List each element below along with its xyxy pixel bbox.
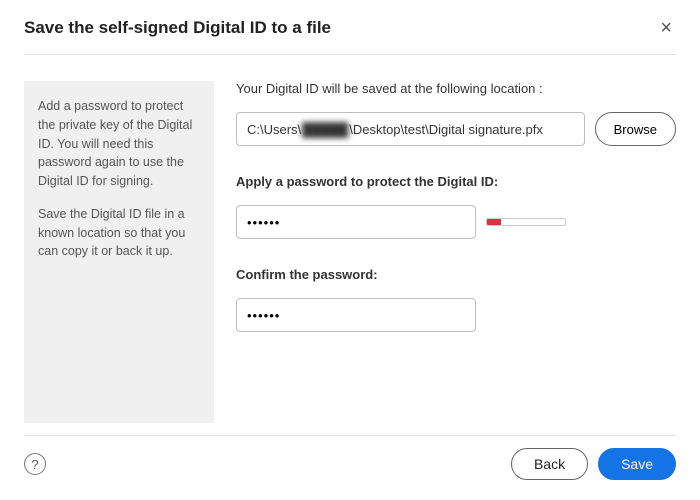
- help-button[interactable]: ?: [24, 453, 46, 475]
- dialog-footer: ? Back Save: [24, 435, 676, 480]
- sidebar-info: Add a password to protect the private ke…: [24, 81, 214, 423]
- confirm-row: [236, 298, 676, 332]
- path-prefix: C:\Users\: [247, 122, 301, 137]
- password-input[interactable]: [236, 205, 476, 239]
- main-panel: Your Digital ID will be saved at the fol…: [236, 81, 676, 423]
- file-path-input[interactable]: C:\Users\ █████ \Desktop\test\Digital si…: [236, 112, 585, 146]
- back-button[interactable]: Back: [511, 448, 588, 480]
- confirm-password-label: Confirm the password:: [236, 267, 676, 282]
- password-row: [236, 205, 676, 239]
- dialog-title: Save the self-signed Digital ID to a fil…: [24, 18, 331, 38]
- browse-button[interactable]: Browse: [595, 112, 676, 146]
- save-button[interactable]: Save: [598, 448, 676, 480]
- digital-id-save-dialog: Save the self-signed Digital ID to a fil…: [0, 0, 700, 500]
- dialog-body: Add a password to protect the private ke…: [24, 55, 676, 435]
- sidebar-paragraph: Add a password to protect the private ke…: [38, 97, 200, 191]
- password-strength-meter: [486, 218, 566, 226]
- location-row: C:\Users\ █████ \Desktop\test\Digital si…: [236, 112, 676, 146]
- close-button[interactable]: ×: [656, 18, 676, 38]
- password-label: Apply a password to protect the Digital …: [236, 174, 676, 189]
- path-redacted: █████: [302, 122, 348, 137]
- confirm-password-input[interactable]: [236, 298, 476, 332]
- location-label: Your Digital ID will be saved at the fol…: [236, 81, 676, 96]
- path-suffix: \Desktop\test\Digital signature.pfx: [349, 122, 543, 137]
- sidebar-paragraph: Save the Digital ID file in a known loca…: [38, 205, 200, 261]
- password-strength-fill: [487, 219, 501, 225]
- dialog-header: Save the self-signed Digital ID to a fil…: [24, 18, 676, 55]
